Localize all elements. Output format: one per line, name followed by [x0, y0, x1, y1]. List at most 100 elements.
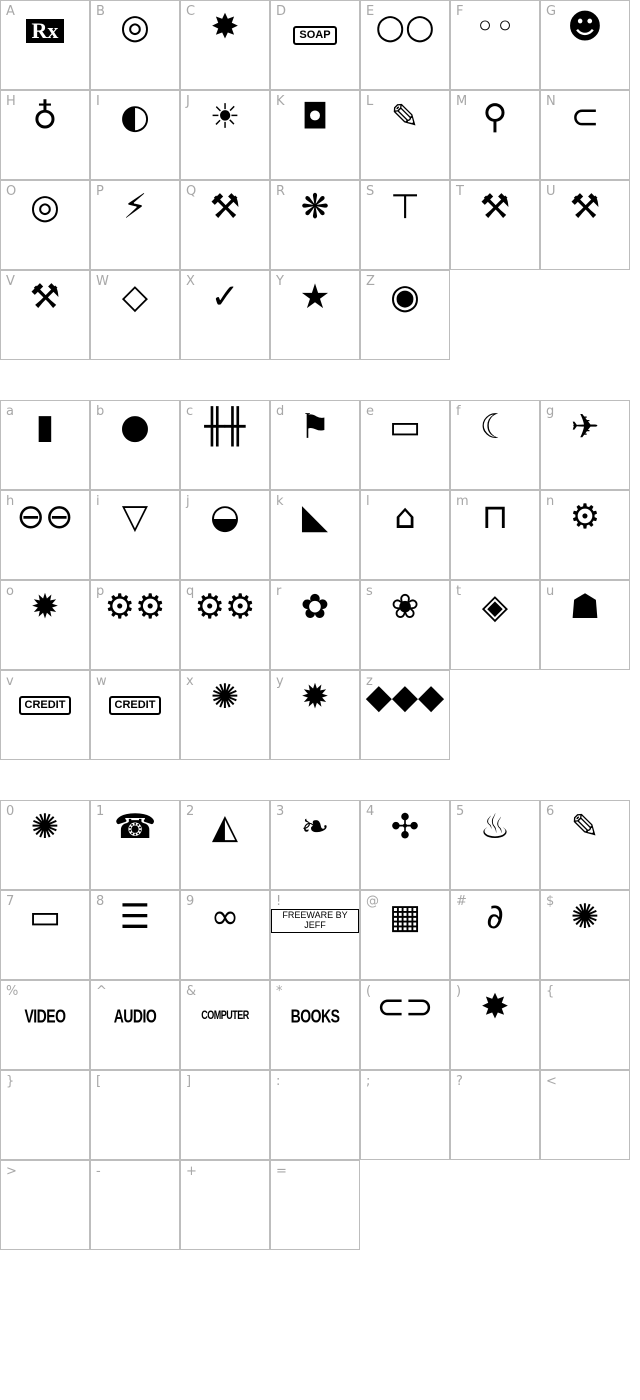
glyph-cell[interactable]: q ⚙⚙ — [180, 580, 270, 670]
glyph-cell[interactable]: $ ✺ — [540, 890, 630, 980]
glyph-cell[interactable]: @ ▦ — [360, 890, 450, 980]
glyph-cell[interactable]: * BOOKS — [270, 980, 360, 1070]
glyph-cell[interactable]: X ✓ — [180, 270, 270, 360]
glyph-cell[interactable]: S ⊤ — [360, 180, 450, 270]
glyph-cell[interactable]: M ⚲ — [450, 90, 540, 180]
glyph-label: = — [276, 1164, 287, 1179]
glyph-cell[interactable]: < — [540, 1070, 630, 1160]
glyph-cell[interactable]: Q ⚒ — [180, 180, 270, 270]
glyph-cell[interactable]: W ◇ — [90, 270, 180, 360]
glyph-cell[interactable]: a ▮ — [0, 400, 90, 490]
glyph-cell[interactable]: 4 ✣ — [360, 800, 450, 890]
glyph-cell[interactable]: 0 ✺ — [0, 800, 90, 890]
glyph-cell[interactable]: 3 ❧ — [270, 800, 360, 890]
glyph-cell[interactable]: V ⚒ — [0, 270, 90, 360]
computer-icon: COMPUTER — [181, 987, 269, 1027]
glyph-cell[interactable]: Y ★ — [270, 270, 360, 360]
glyph-symbol: ◎ — [120, 7, 150, 47]
glyph-cell[interactable]: + — [180, 1160, 270, 1250]
glyph-cell[interactable]: P ⚡ — [90, 180, 180, 270]
glyph-cell[interactable]: n ⚙ — [540, 490, 630, 580]
glyph-cell[interactable]: L ✎ — [360, 90, 450, 180]
glyph-symbol: ⌂ — [394, 497, 416, 537]
glyph-cell[interactable]: R ❋ — [270, 180, 360, 270]
glyph-cell[interactable]: i ▽ — [90, 490, 180, 580]
glyph-cell[interactable]: # ∂ — [450, 890, 540, 980]
glyph-cell[interactable]: 6 ✎ — [540, 800, 630, 890]
glyph-symbol: ✸ — [210, 7, 240, 47]
glyph-cell[interactable]: ! FREEWARE BY JEFF — [270, 890, 360, 980]
lorgnette-icon: ○○ — [361, 7, 449, 47]
glyph-symbol: ◭ — [211, 807, 239, 847]
glyph-cell[interactable]: y ✹ — [270, 670, 360, 760]
starburst-icon: ✸ — [451, 987, 539, 1027]
hammer-icon: ⚒ — [1, 277, 89, 317]
glyph-lettering: CREDIT — [108, 696, 162, 715]
glyph-cell[interactable]: Z ◉ — [360, 270, 450, 360]
glyph-cell[interactable]: k ◣ — [270, 490, 360, 580]
glyph-cell[interactable]: & COMPUTER — [180, 980, 270, 1070]
glyph-cell[interactable]: w CREDIT — [90, 670, 180, 760]
glyph-cell[interactable]: ) ✸ — [450, 980, 540, 1070]
glyph-cell[interactable]: U ⚒ — [540, 180, 630, 270]
glyph-cell[interactable]: 8 ☰ — [90, 890, 180, 980]
glyph-cell[interactable]: ? — [450, 1070, 540, 1160]
glyph-cell[interactable]: z ◆◆◆ — [360, 670, 450, 760]
glyph-cell[interactable]: E ○○ — [360, 0, 450, 90]
glyph-cell[interactable]: d ⚑ — [270, 400, 360, 490]
glyph-cell[interactable]: = — [270, 1160, 360, 1250]
glyph-cell[interactable]: ] — [180, 1070, 270, 1160]
glyph-cell[interactable]: D SOAP — [270, 0, 360, 90]
glyph-cell[interactable]: p ⚙⚙ — [90, 580, 180, 670]
glyph-cell[interactable]: 2 ◭ — [180, 800, 270, 890]
glyph-symbol: ● — [120, 407, 150, 447]
glyph-cell[interactable]: I ◐ — [90, 90, 180, 180]
glyph-cell[interactable]: j ◒ — [180, 490, 270, 580]
glyph-lettering: VIDEO — [24, 1005, 66, 1027]
glyph-cell[interactable]: H ♁ — [0, 90, 90, 180]
glyph-cell[interactable]: G ☻ — [540, 0, 630, 90]
glyph-cell[interactable]: % VIDEO — [0, 980, 90, 1070]
glyph-cell[interactable]: o ✹ — [0, 580, 90, 670]
glyph-cell[interactable]: : — [270, 1070, 360, 1160]
glyph-cell[interactable]: ; — [360, 1070, 450, 1160]
glyph-cell[interactable]: b ● — [90, 400, 180, 490]
glyph-cell[interactable]: K ◘ — [270, 90, 360, 180]
glyph-cell[interactable]: m ⊓ — [450, 490, 540, 580]
glyph-cell[interactable]: C ✸ — [180, 0, 270, 90]
glyph-cell[interactable]: N ⊂ — [540, 90, 630, 180]
glyph-cell[interactable]: e ▭ — [360, 400, 450, 490]
glyph-cell[interactable]: ^ AUDIO — [90, 980, 180, 1070]
glyph-cell[interactable]: T ⚒ — [450, 180, 540, 270]
glyph-cell[interactable]: t ◈ — [450, 580, 540, 670]
glyph-cell[interactable]: r ✿ — [270, 580, 360, 670]
glyph-cell[interactable]: (⊂⊃ — [360, 980, 450, 1070]
glyph-cell[interactable]: O ◎ — [0, 180, 90, 270]
glyph-cell[interactable]: 9 ∞ — [180, 890, 270, 980]
glyph-symbol: ⚒ — [29, 277, 61, 317]
glyph-symbol: ◒ — [210, 497, 240, 537]
glyph-cell[interactable]: { — [540, 980, 630, 1070]
glyph-cell[interactable]: [ — [90, 1070, 180, 1160]
glyph-cell[interactable]: s ❀ — [360, 580, 450, 670]
glyph-cell[interactable]: v CREDIT — [0, 670, 90, 760]
glyph-cell[interactable]: B ◎ — [90, 0, 180, 90]
glyph-cell[interactable]: 5 ♨ — [450, 800, 540, 890]
glyph-cell[interactable]: 7 ▭ — [0, 890, 90, 980]
glyph-cell[interactable]: l ⌂ — [360, 490, 450, 580]
spanner-icon: ⚒ — [541, 187, 629, 227]
glyph-cell[interactable]: F ◦◦ — [450, 0, 540, 90]
glyph-cell[interactable]: f ☾ — [450, 400, 540, 490]
glyph-cell[interactable]: J ☀ — [180, 90, 270, 180]
glyph-cell[interactable]: g ✈ — [540, 400, 630, 490]
glyph-cell[interactable]: c ╫╫ — [180, 400, 270, 490]
glyph-cell[interactable]: - — [90, 1160, 180, 1250]
glyph-cell[interactable]: A Rx — [0, 0, 90, 90]
glyph-cell[interactable]: 1 ☎ — [90, 800, 180, 890]
glyph-symbol: ⊓ — [481, 497, 509, 537]
glyph-cell[interactable]: x ✺ — [180, 670, 270, 760]
glyph-cell[interactable]: h ⊖⊖ — [0, 490, 90, 580]
glyph-cell[interactable]: > — [0, 1160, 90, 1250]
glyph-cell[interactable]: } — [0, 1070, 90, 1160]
glyph-cell[interactable]: u ☗ — [540, 580, 630, 670]
